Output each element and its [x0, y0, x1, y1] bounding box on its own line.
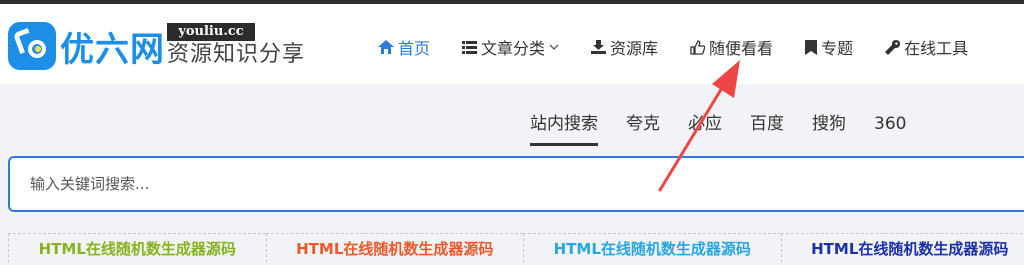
logo-mark-icon	[8, 22, 56, 70]
site-logo[interactable]: 优六网 youliu.cc 资源知识分享	[8, 18, 305, 74]
tab-site-search[interactable]: 站内搜索	[530, 112, 598, 146]
nav-item-label: 首页	[398, 39, 431, 58]
featured-link[interactable]: HTML在线随机数生成器源码	[523, 233, 781, 265]
logo-text-group: youliu.cc 资源知识分享	[167, 23, 305, 69]
wrench-icon	[885, 39, 901, 55]
logo-name: 优六网	[60, 29, 165, 70]
bookmark-icon	[805, 39, 818, 55]
featured-link[interactable]: HTML在线随机数生成器源码	[8, 233, 266, 265]
home-icon	[378, 40, 394, 54]
nav-item-home[interactable]: 首页	[378, 34, 430, 60]
list-icon	[462, 40, 478, 54]
tab-bing[interactable]: 必应	[688, 112, 722, 146]
nav-item-label: 文章分类	[481, 39, 546, 58]
logo-slogan: 资源知识分享	[167, 42, 306, 67]
thumbs-up-icon	[690, 39, 706, 55]
nav-item-label: 资源库	[610, 39, 659, 58]
search-engine-tabs: 站内搜索 夸克 必应 百度 搜狗 360	[530, 112, 934, 146]
logo-domain: youliu.cc	[167, 23, 255, 41]
main-nav: 首页 文章分类 资源库 随便看看 专题 在线工具	[378, 34, 968, 60]
chevron-down-icon	[549, 44, 559, 50]
featured-link[interactable]: HTML在线随机数生成器源码	[780, 233, 1024, 265]
tab-360[interactable]: 360	[874, 112, 906, 146]
nav-item-resources[interactable]: 资源库	[591, 34, 658, 60]
nav-item-label: 在线工具	[904, 39, 969, 58]
nav-item-categories[interactable]: 文章分类	[462, 34, 559, 60]
tab-quark[interactable]: 夸克	[626, 112, 660, 146]
featured-links: HTML在线随机数生成器源码 HTML在线随机数生成器源码 HTML在线随机数生…	[8, 233, 1024, 265]
site-header: 优六网 youliu.cc 资源知识分享 首页 文章分类 资源库 随便看看 专题	[0, 0, 1024, 84]
download-icon	[591, 40, 607, 54]
search-box	[8, 156, 1024, 212]
nav-item-label: 专题	[821, 39, 854, 58]
tab-sogou[interactable]: 搜狗	[812, 112, 846, 146]
tab-baidu[interactable]: 百度	[750, 112, 784, 146]
nav-item-topics[interactable]: 专题	[805, 34, 853, 60]
nav-item-label: 随便看看	[709, 39, 774, 58]
search-input[interactable]	[10, 158, 1024, 210]
nav-item-tools[interactable]: 在线工具	[885, 34, 968, 60]
nav-item-random[interactable]: 随便看看	[690, 34, 773, 60]
featured-link[interactable]: HTML在线随机数生成器源码	[265, 233, 523, 265]
